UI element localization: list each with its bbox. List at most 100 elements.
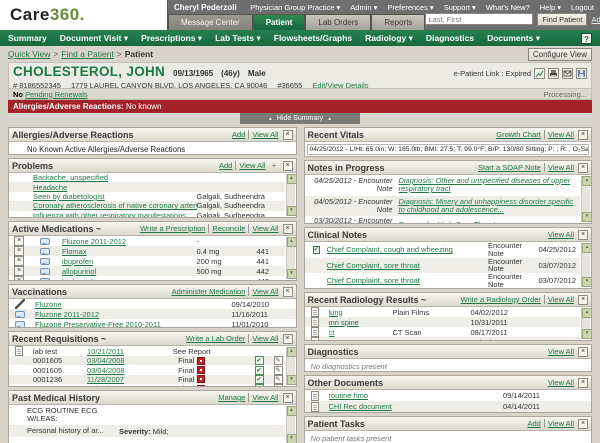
- growth-chart-icon[interactable]: [534, 68, 545, 79]
- growth-chart-link[interactable]: Growth Chart: [496, 130, 541, 139]
- configure-view-button[interactable]: Configure View: [527, 47, 592, 61]
- note-link[interactable]: Diagnosis: Other and unspecified disease…: [399, 175, 579, 195]
- problem-link[interactable]: Seen by diabetologist: [33, 192, 197, 201]
- requisition-date-link[interactable]: 11/28/2007: [87, 384, 145, 386]
- clinical-note-link[interactable]: Chief Complaint, sore throat: [327, 276, 489, 285]
- start-soap-note-link[interactable]: Start a SOAP Note: [478, 163, 541, 172]
- problem-link[interactable]: Coronary atherosclerosis of native coron…: [33, 201, 197, 210]
- move-icon[interactable]: [270, 161, 279, 170]
- pending-renewals-link[interactable]: Pending Renewals: [25, 90, 88, 99]
- final-report-icon[interactable]: [197, 356, 206, 365]
- close-icon[interactable]: [578, 418, 588, 429]
- nav-prescriptions[interactable]: Prescriptions ▾: [141, 33, 202, 44]
- close-icon[interactable]: [578, 162, 588, 173]
- close-icon[interactable]: [282, 129, 293, 140]
- edit-icon[interactable]: [273, 374, 283, 384]
- radiology-link[interactable]: mri spine: [329, 318, 393, 327]
- clinical-note-link[interactable]: Chief Complaint, sore throat: [327, 261, 489, 270]
- close-icon[interactable]: [578, 377, 588, 388]
- view-all-vitals-link[interactable]: View All: [543, 130, 574, 139]
- problem-link[interactable]: Backache, unspecified: [33, 173, 197, 182]
- requisition-date-link[interactable]: 10/21/2011: [87, 347, 145, 356]
- write-radiology-order-link[interactable]: Write a Radiology Order: [461, 295, 541, 304]
- scrollbar[interactable]: [285, 406, 296, 443]
- write-prescription-link[interactable]: Write a Prescription: [140, 224, 205, 233]
- close-icon[interactable]: [282, 223, 293, 234]
- scrollbar[interactable]: [285, 237, 296, 279]
- edit-icon[interactable]: [273, 356, 283, 366]
- clinical-note-link[interactable]: Chief Complaint, cough and wheezing: [327, 245, 489, 254]
- view-all-clinical-notes-link[interactable]: View All: [548, 230, 574, 239]
- final-report-icon[interactable]: [197, 375, 206, 384]
- tab-lab-orders[interactable]: Lab Orders: [305, 14, 372, 30]
- medication-link[interactable]: hydrocodone: [62, 277, 197, 281]
- medication-link[interactable]: Fluzone 2011-2012: [62, 237, 197, 246]
- add-allergy-link[interactable]: Add: [232, 130, 245, 139]
- comment-icon[interactable]: [40, 267, 50, 275]
- delete-icon[interactable]: [14, 276, 24, 280]
- scrollbar[interactable]: [581, 176, 592, 222]
- reviewed-icon[interactable]: [254, 356, 264, 366]
- delete-icon[interactable]: [14, 256, 24, 266]
- final-report-icon[interactable]: [197, 384, 206, 386]
- comment-icon[interactable]: [40, 277, 50, 280]
- medication-link[interactable]: Flomax: [62, 247, 197, 256]
- print-icon[interactable]: [548, 68, 559, 79]
- administer-medication-link[interactable]: Administer Medication: [172, 287, 246, 296]
- final-report-icon[interactable]: [197, 366, 206, 375]
- breadcrumb-quick-view[interactable]: Quick View: [8, 49, 50, 59]
- radiology-link[interactable]: lung: [329, 308, 393, 317]
- nav-radiology[interactable]: Radiology ▾: [365, 33, 413, 44]
- tab-reports[interactable]: Reports: [371, 14, 426, 30]
- view-all-requisitions-link[interactable]: View All: [248, 334, 279, 343]
- tab-message-center[interactable]: Message Center: [168, 14, 253, 30]
- close-icon[interactable]: [282, 160, 293, 171]
- tab-patient[interactable]: Patient: [252, 14, 306, 30]
- comment-icon[interactable]: [15, 320, 25, 327]
- find-patient-button[interactable]: Find Patient: [537, 12, 588, 26]
- reviewed-icon[interactable]: [254, 365, 264, 375]
- radiology-link[interactable]: ct: [329, 328, 393, 337]
- requisition-date-link[interactable]: 11/28/2007: [87, 375, 145, 384]
- delete-icon[interactable]: [14, 236, 24, 246]
- note-link[interactable]: Reason for Visit: Sore Throat: [399, 219, 579, 224]
- view-all-medications-link[interactable]: View All: [248, 224, 279, 233]
- medication-link[interactable]: allopurinol: [62, 267, 197, 276]
- note-link[interactable]: Diagnosis: Misery and unhappiness disord…: [399, 196, 579, 216]
- close-icon[interactable]: [578, 294, 588, 305]
- medication-link[interactable]: ibuprofen: [62, 257, 197, 266]
- close-icon[interactable]: [578, 229, 588, 240]
- email-icon[interactable]: [562, 68, 573, 79]
- close-icon[interactable]: [578, 129, 588, 140]
- requisition-date-link[interactable]: 03/04/2008: [87, 366, 145, 375]
- reviewed-icon[interactable]: [254, 384, 264, 386]
- advanced-search-link[interactable]: Advanced Search: [591, 15, 600, 24]
- reconcile-link[interactable]: Reconcile: [208, 224, 245, 233]
- problem-link[interactable]: Headache: [33, 183, 197, 192]
- nav-flowsheets[interactable]: Flowsheets/Graphs: [274, 33, 352, 43]
- close-icon[interactable]: [282, 286, 293, 297]
- comment-icon[interactable]: [40, 257, 50, 265]
- manage-pmh-link[interactable]: Manage: [218, 393, 245, 402]
- scrollbar[interactable]: [285, 347, 296, 385]
- problem-link[interactable]: Influenza with other respiratory manifes…: [33, 211, 197, 217]
- scrollbar[interactable]: [285, 174, 296, 216]
- view-all-vaccinations-link[interactable]: View All: [248, 287, 279, 296]
- add-problem-link[interactable]: Add: [219, 161, 232, 170]
- hide-summary-button[interactable]: Hide Summary: [240, 113, 360, 124]
- edit-icon[interactable]: [273, 365, 283, 375]
- breadcrumb-find-a-patient[interactable]: Find a Patient: [61, 49, 113, 59]
- scrollbar[interactable]: [581, 308, 592, 339]
- vaccination-link[interactable]: Fluzone Preservative-Free 2010-2011: [35, 320, 232, 328]
- comment-icon[interactable]: [40, 237, 50, 245]
- comment-icon[interactable]: [15, 310, 25, 318]
- close-icon[interactable]: [282, 333, 293, 344]
- delete-icon[interactable]: [14, 246, 24, 256]
- nav-diagnostics[interactable]: Diagnostics: [426, 33, 474, 43]
- document-link[interactable]: CHI Rec document: [329, 402, 504, 411]
- nav-lab-tests[interactable]: Lab Tests ▾: [215, 33, 261, 44]
- document-link[interactable]: routine hmo: [329, 391, 504, 400]
- patient-search-input[interactable]: [425, 13, 534, 25]
- radiology-link[interactable]: test: [329, 338, 393, 341]
- save-icon[interactable]: [576, 68, 587, 79]
